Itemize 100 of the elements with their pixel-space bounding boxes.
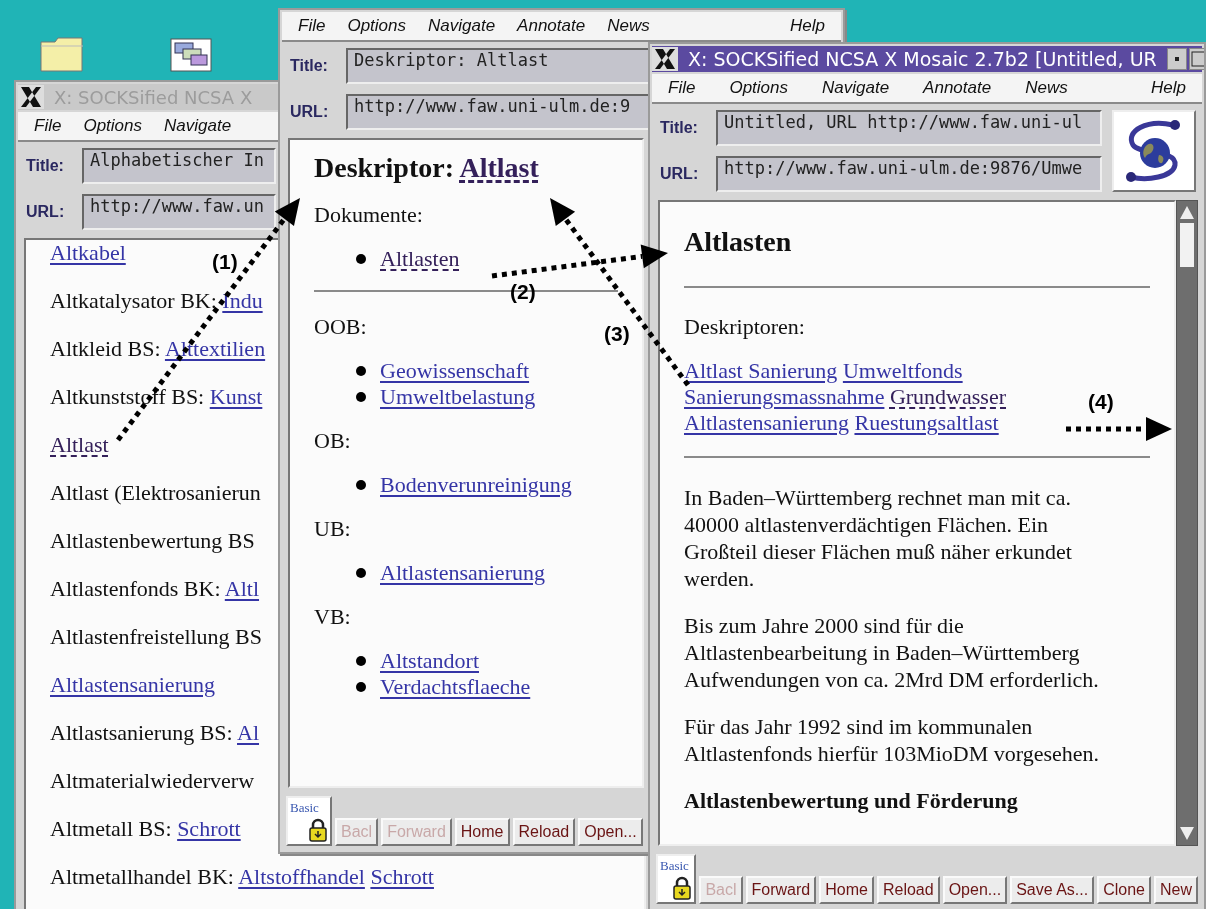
bullet-icon (356, 656, 366, 666)
link[interactable]: Altkabel (50, 240, 126, 265)
paragraph: In Baden–Württemberg rechnet man mit ca. 40000 altlastenverdächtigen Flächen. Ein Großteil dieser Flächen muß näher erkundet werden. (684, 484, 1073, 592)
link[interactable]: Altlastensanierung (380, 560, 545, 586)
link[interactable]: Al (237, 720, 259, 745)
security-mode[interactable]: Basic (286, 796, 332, 846)
folder-icon (40, 36, 84, 72)
link[interactable]: Umweltbelastung (380, 384, 536, 410)
annotation-label: (2) (510, 280, 536, 304)
link[interactable]: Alttextilien (164, 336, 266, 361)
menu-item[interactable]: Options (347, 16, 406, 36)
mode-label: Basic (660, 858, 690, 874)
field-label: Title: (26, 157, 65, 175)
bullet-icon (356, 682, 366, 692)
text: Altlastenbewertung BS (50, 528, 255, 553)
security-mode[interactable]: Basic (656, 854, 697, 904)
menu-item[interactable]: Annotate (923, 78, 992, 98)
toolbar-button[interactable]: Reload (512, 818, 576, 846)
annotation-label: (4) (1088, 390, 1114, 414)
link[interactable]: Schrott (177, 816, 241, 841)
link[interactable]: Sanierungsmassnahme (684, 384, 885, 409)
link[interactable]: Bodenverunreinigung (380, 472, 572, 498)
bullet-icon (356, 480, 366, 490)
menu-item[interactable]: File (668, 78, 696, 98)
url-field[interactable]: http://www.faw.un (82, 194, 276, 230)
link[interactable]: Verdachtsflaeche (380, 674, 531, 700)
text: Altkunststoff BS: (50, 384, 205, 409)
menu-item[interactable]: Annotate (517, 16, 586, 36)
section-label: Dokumente: (314, 202, 424, 228)
link[interactable]: Indu (222, 288, 263, 313)
menu-item[interactable]: Navigate (822, 78, 890, 98)
minimize-icon (1166, 48, 1187, 70)
menu-item[interactable]: File (34, 116, 62, 136)
link[interactable]: Altlastensanierung (684, 410, 849, 435)
page-heading: Deskriptor: (314, 152, 454, 183)
link[interactable]: Ruestungsaltlast (854, 410, 999, 435)
text: Altmetall BS: (50, 816, 172, 841)
toolbar-button[interactable]: Open... (942, 876, 1008, 904)
paragraph: Für das Jahr 1992 sind im kommunalen Altlastenfonds hierfür 103MioDM vorgesehen. (684, 713, 1101, 767)
toolbar-button[interactable]: Forward (745, 876, 817, 904)
menu-item[interactable]: News (1025, 78, 1068, 98)
link[interactable]: Schrott (370, 864, 434, 889)
field-label: URL: (290, 103, 330, 121)
text: Altlastenfonds BK: (50, 576, 221, 601)
field-label: Title: (290, 57, 329, 75)
section-heading: Altlastenbewertung und Förderung (684, 787, 1019, 814)
field-label: Title: (660, 119, 699, 137)
toolbar-button[interactable]: Reload (876, 876, 940, 904)
url-field[interactable]: http://www.faw.uni-ulm.de:9876/Umwe (716, 156, 1102, 192)
window-title: X: SOCKSified NCSA X Mosaic 2.7b2 [Untitled, UR (688, 48, 1157, 70)
text: Altkatalysator BK: (50, 288, 217, 313)
lock-icon (308, 818, 328, 842)
section-label: OB: (314, 428, 352, 454)
menu-item[interactable]: Navigate (428, 16, 496, 36)
scroll-thumb[interactable] (1180, 223, 1194, 267)
menu-item[interactable]: Navigate (164, 116, 232, 136)
link[interactable]: Grundwasser (889, 384, 1006, 409)
text: Altlastsanierung BS: (50, 720, 233, 745)
mode-label: Basic (290, 800, 320, 816)
menu-item[interactable]: Options (83, 116, 142, 136)
menu-item[interactable]: News (607, 16, 650, 36)
link[interactable]: Altl (224, 576, 260, 601)
link[interactable]: Altstandort (380, 648, 479, 674)
menu-item[interactable]: Help (1151, 78, 1186, 98)
windows-icon (170, 38, 212, 72)
x-logo-icon (652, 47, 678, 71)
bullet-icon (356, 392, 366, 402)
toolbar-button[interactable]: New (1154, 876, 1198, 904)
link[interactable]: Kunst (209, 384, 263, 409)
text: Altlastenfreistellung BS (50, 624, 263, 649)
link[interactable]: Altlasten (380, 246, 460, 272)
link[interactable]: Altstoffhandel (238, 864, 365, 889)
x-logo-icon (18, 85, 44, 109)
link[interactable]: Altlast (459, 152, 539, 183)
paragraph: Bis zum Jahre 2000 sind für die Altlastenbearbeitung in Baden–Württemberg Aufwendungen von ca. 2Mrd DM erforderlich. (684, 612, 1100, 693)
link[interactable]: Altlastensanierung (50, 672, 215, 697)
title-field[interactable]: Untitled, URL http://www.faw.uni-ul (716, 110, 1102, 146)
lock-icon (672, 876, 693, 900)
bullet-icon (356, 254, 366, 264)
text: Altmetallhandel BK: (50, 864, 234, 889)
menu-item[interactable]: File (298, 16, 326, 36)
section-label: Deskriptoren: (684, 314, 806, 340)
link[interactable]: Umweltfonds (842, 358, 963, 383)
field-label: URL: (26, 203, 66, 221)
page-heading: Altlasten (684, 226, 792, 257)
link[interactable]: Geowissenschaft (380, 358, 530, 384)
toolbar-button[interactable]: Home (819, 876, 874, 904)
menu-item[interactable]: Options (729, 78, 788, 98)
toolbar-button[interactable]: Clone (1097, 876, 1151, 904)
annotation-label: (1) (212, 250, 238, 274)
link[interactable]: Altlast Sanierung (684, 358, 838, 383)
toolbar-button[interactable]: Home (454, 818, 510, 846)
bullet-icon (356, 366, 366, 376)
title-field[interactable]: Alphabetischer In (82, 148, 276, 184)
scroll-bar[interactable] (1176, 200, 1198, 846)
link[interactable]: Altlast (50, 432, 109, 457)
toolbar-button[interactable]: Save As... (1010, 876, 1095, 904)
menu-item[interactable]: Help (790, 16, 825, 36)
toolbar-button[interactable]: Open... (578, 818, 643, 846)
bullet-icon (356, 568, 366, 578)
